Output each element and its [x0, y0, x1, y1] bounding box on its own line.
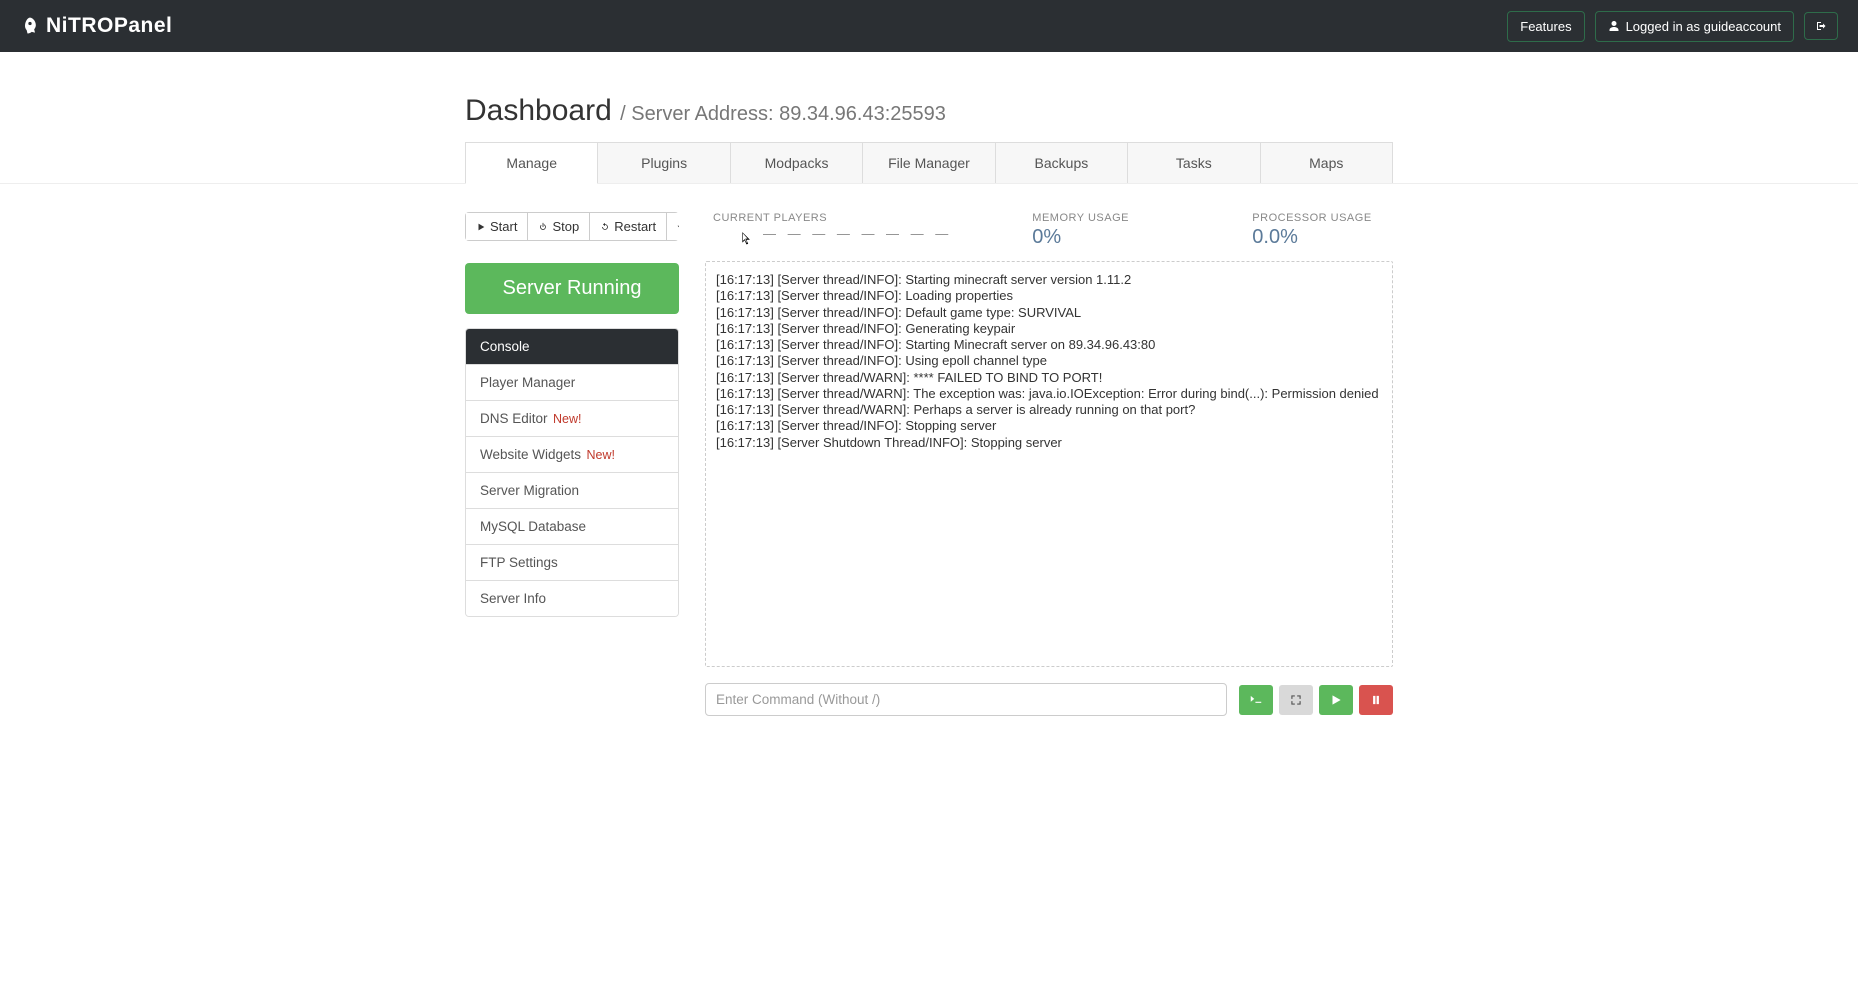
stat-players: CURRENT PLAYERS — — — — — — — —	[713, 212, 952, 249]
sidebar-item-label: FTP Settings	[480, 555, 558, 570]
tab-file-manager[interactable]: File Manager	[862, 142, 994, 183]
sidebar-item-console[interactable]: Console	[466, 329, 678, 365]
tab-modpacks[interactable]: Modpacks	[730, 142, 862, 183]
server-address: 89.34.96.43:25593	[779, 103, 946, 125]
stat-memory: MEMORY USAGE 0%	[1032, 212, 1172, 249]
stat-cpu: PROCESSOR USAGE 0.0%	[1252, 212, 1392, 249]
stat-players-value: — — — — — — — —	[763, 226, 952, 241]
console-line: [16:17:13] [Server thread/WARN]: **** FA…	[716, 370, 1382, 386]
sidebar-item-label: Server Migration	[480, 483, 579, 498]
start-button[interactable]: Start	[465, 212, 528, 241]
sidebar-item-website-widgets[interactable]: Website Widgets New!	[466, 437, 678, 473]
console-line: [16:17:13] [Server thread/INFO]: Generat…	[716, 321, 1382, 337]
sidebar-item-label: Server Info	[480, 591, 546, 606]
tab-tasks[interactable]: Tasks	[1127, 142, 1259, 183]
console-line: [16:17:13] [Server Shutdown Thread/INFO]…	[716, 435, 1382, 451]
console-line: [16:17:13] [Server thread/INFO]: Default…	[716, 305, 1382, 321]
stat-memory-value: 0%	[1032, 226, 1172, 249]
tab-backups[interactable]: Backups	[995, 142, 1127, 183]
new-badge: New!	[583, 448, 615, 462]
sidebar-item-label: Website Widgets	[480, 447, 581, 462]
fullscreen-button[interactable]	[1279, 685, 1313, 715]
console-line: [16:17:13] [Server thread/WARN]: The exc…	[716, 386, 1382, 402]
logout-button[interactable]	[1804, 12, 1838, 40]
sidebar-item-label: DNS Editor	[480, 411, 548, 426]
main-tabs: ManagePluginsModpacksFile ManagerBackups…	[465, 142, 1393, 183]
expand-icon	[1289, 693, 1303, 707]
subtitle-prefix: / Server Address:	[620, 103, 779, 125]
page-header: Dashboard / Server Address: 89.34.96.43:…	[465, 52, 1393, 142]
restart-dropdown-toggle[interactable]	[667, 212, 679, 241]
tab-plugins[interactable]: Plugins	[597, 142, 729, 183]
server-control-group: Start Stop Restart	[465, 212, 679, 241]
sidebar-item-player-manager[interactable]: Player Manager	[466, 365, 678, 401]
terminal-icon	[1249, 693, 1263, 707]
user-icon	[1608, 20, 1620, 32]
pause-icon	[1369, 693, 1383, 707]
page-title: Dashboard	[465, 94, 612, 127]
stat-memory-label: MEMORY USAGE	[1032, 212, 1172, 224]
logout-icon	[1815, 20, 1827, 32]
sidebar-item-ftp-settings[interactable]: FTP Settings	[466, 545, 678, 581]
restart-label: Restart	[614, 219, 656, 234]
refresh-icon	[600, 222, 610, 232]
sidebar-item-label: Player Manager	[480, 375, 575, 390]
brand-text: NiTROPanel	[46, 14, 172, 38]
sidebar-item-server-info[interactable]: Server Info	[466, 581, 678, 616]
console-line: [16:17:13] [Server thread/INFO]: Stoppin…	[716, 418, 1382, 434]
console-output[interactable]: [16:17:13] [Server thread/INFO]: Startin…	[705, 261, 1393, 667]
console-line: [16:17:13] [Server thread/INFO]: Using e…	[716, 353, 1382, 369]
play-icon	[476, 222, 486, 232]
console-line: [16:17:13] [Server thread/WARN]: Perhaps…	[716, 402, 1382, 418]
command-input[interactable]	[705, 683, 1227, 716]
features-button[interactable]: Features	[1507, 11, 1584, 42]
stop-label: Stop	[552, 219, 579, 234]
sidebar-item-label: Console	[480, 339, 530, 354]
stat-cpu-label: PROCESSOR USAGE	[1252, 212, 1392, 224]
sidebar-item-server-migration[interactable]: Server Migration	[466, 473, 678, 509]
tab-manage[interactable]: Manage	[465, 142, 597, 183]
console-pause-button[interactable]	[1359, 685, 1393, 715]
account-button[interactable]: Logged in as guideaccount	[1595, 11, 1794, 42]
console-start-button[interactable]	[1319, 685, 1353, 715]
new-badge: New!	[550, 412, 582, 426]
sidebar-item-dns-editor[interactable]: DNS Editor New!	[466, 401, 678, 437]
brand[interactable]: NiTROPanel	[20, 14, 172, 38]
sidebar-item-label: MySQL Database	[480, 519, 586, 534]
tab-maps[interactable]: Maps	[1260, 142, 1393, 183]
stat-cpu-value: 0.0%	[1252, 226, 1392, 249]
stop-button[interactable]: Stop	[528, 212, 590, 241]
sidebar-item-mysql-database[interactable]: MySQL Database	[466, 509, 678, 545]
command-row	[705, 683, 1393, 716]
send-command-button[interactable]	[1239, 685, 1273, 715]
play-icon	[1329, 693, 1343, 707]
caret-down-icon	[675, 222, 679, 232]
console-line: [16:17:13] [Server thread/INFO]: Startin…	[716, 272, 1382, 288]
start-label: Start	[490, 219, 517, 234]
features-label: Features	[1520, 19, 1571, 34]
top-navbar: NiTROPanel Features Logged in as guideac…	[0, 0, 1858, 52]
restart-button[interactable]: Restart	[590, 212, 667, 241]
console-line: [16:17:13] [Server thread/INFO]: Startin…	[716, 337, 1382, 353]
server-status-banner: Server Running	[465, 263, 679, 314]
side-menu: ConsolePlayer ManagerDNS Editor New!Webs…	[465, 328, 679, 617]
stat-players-label: CURRENT PLAYERS	[713, 212, 952, 224]
power-icon	[538, 222, 548, 232]
logged-in-text: Logged in as guideaccount	[1626, 19, 1781, 34]
rocket-icon	[20, 16, 40, 36]
stats-row: CURRENT PLAYERS — — — — — — — — MEMORY U…	[705, 212, 1393, 249]
console-line: [16:17:13] [Server thread/INFO]: Loading…	[716, 288, 1382, 304]
